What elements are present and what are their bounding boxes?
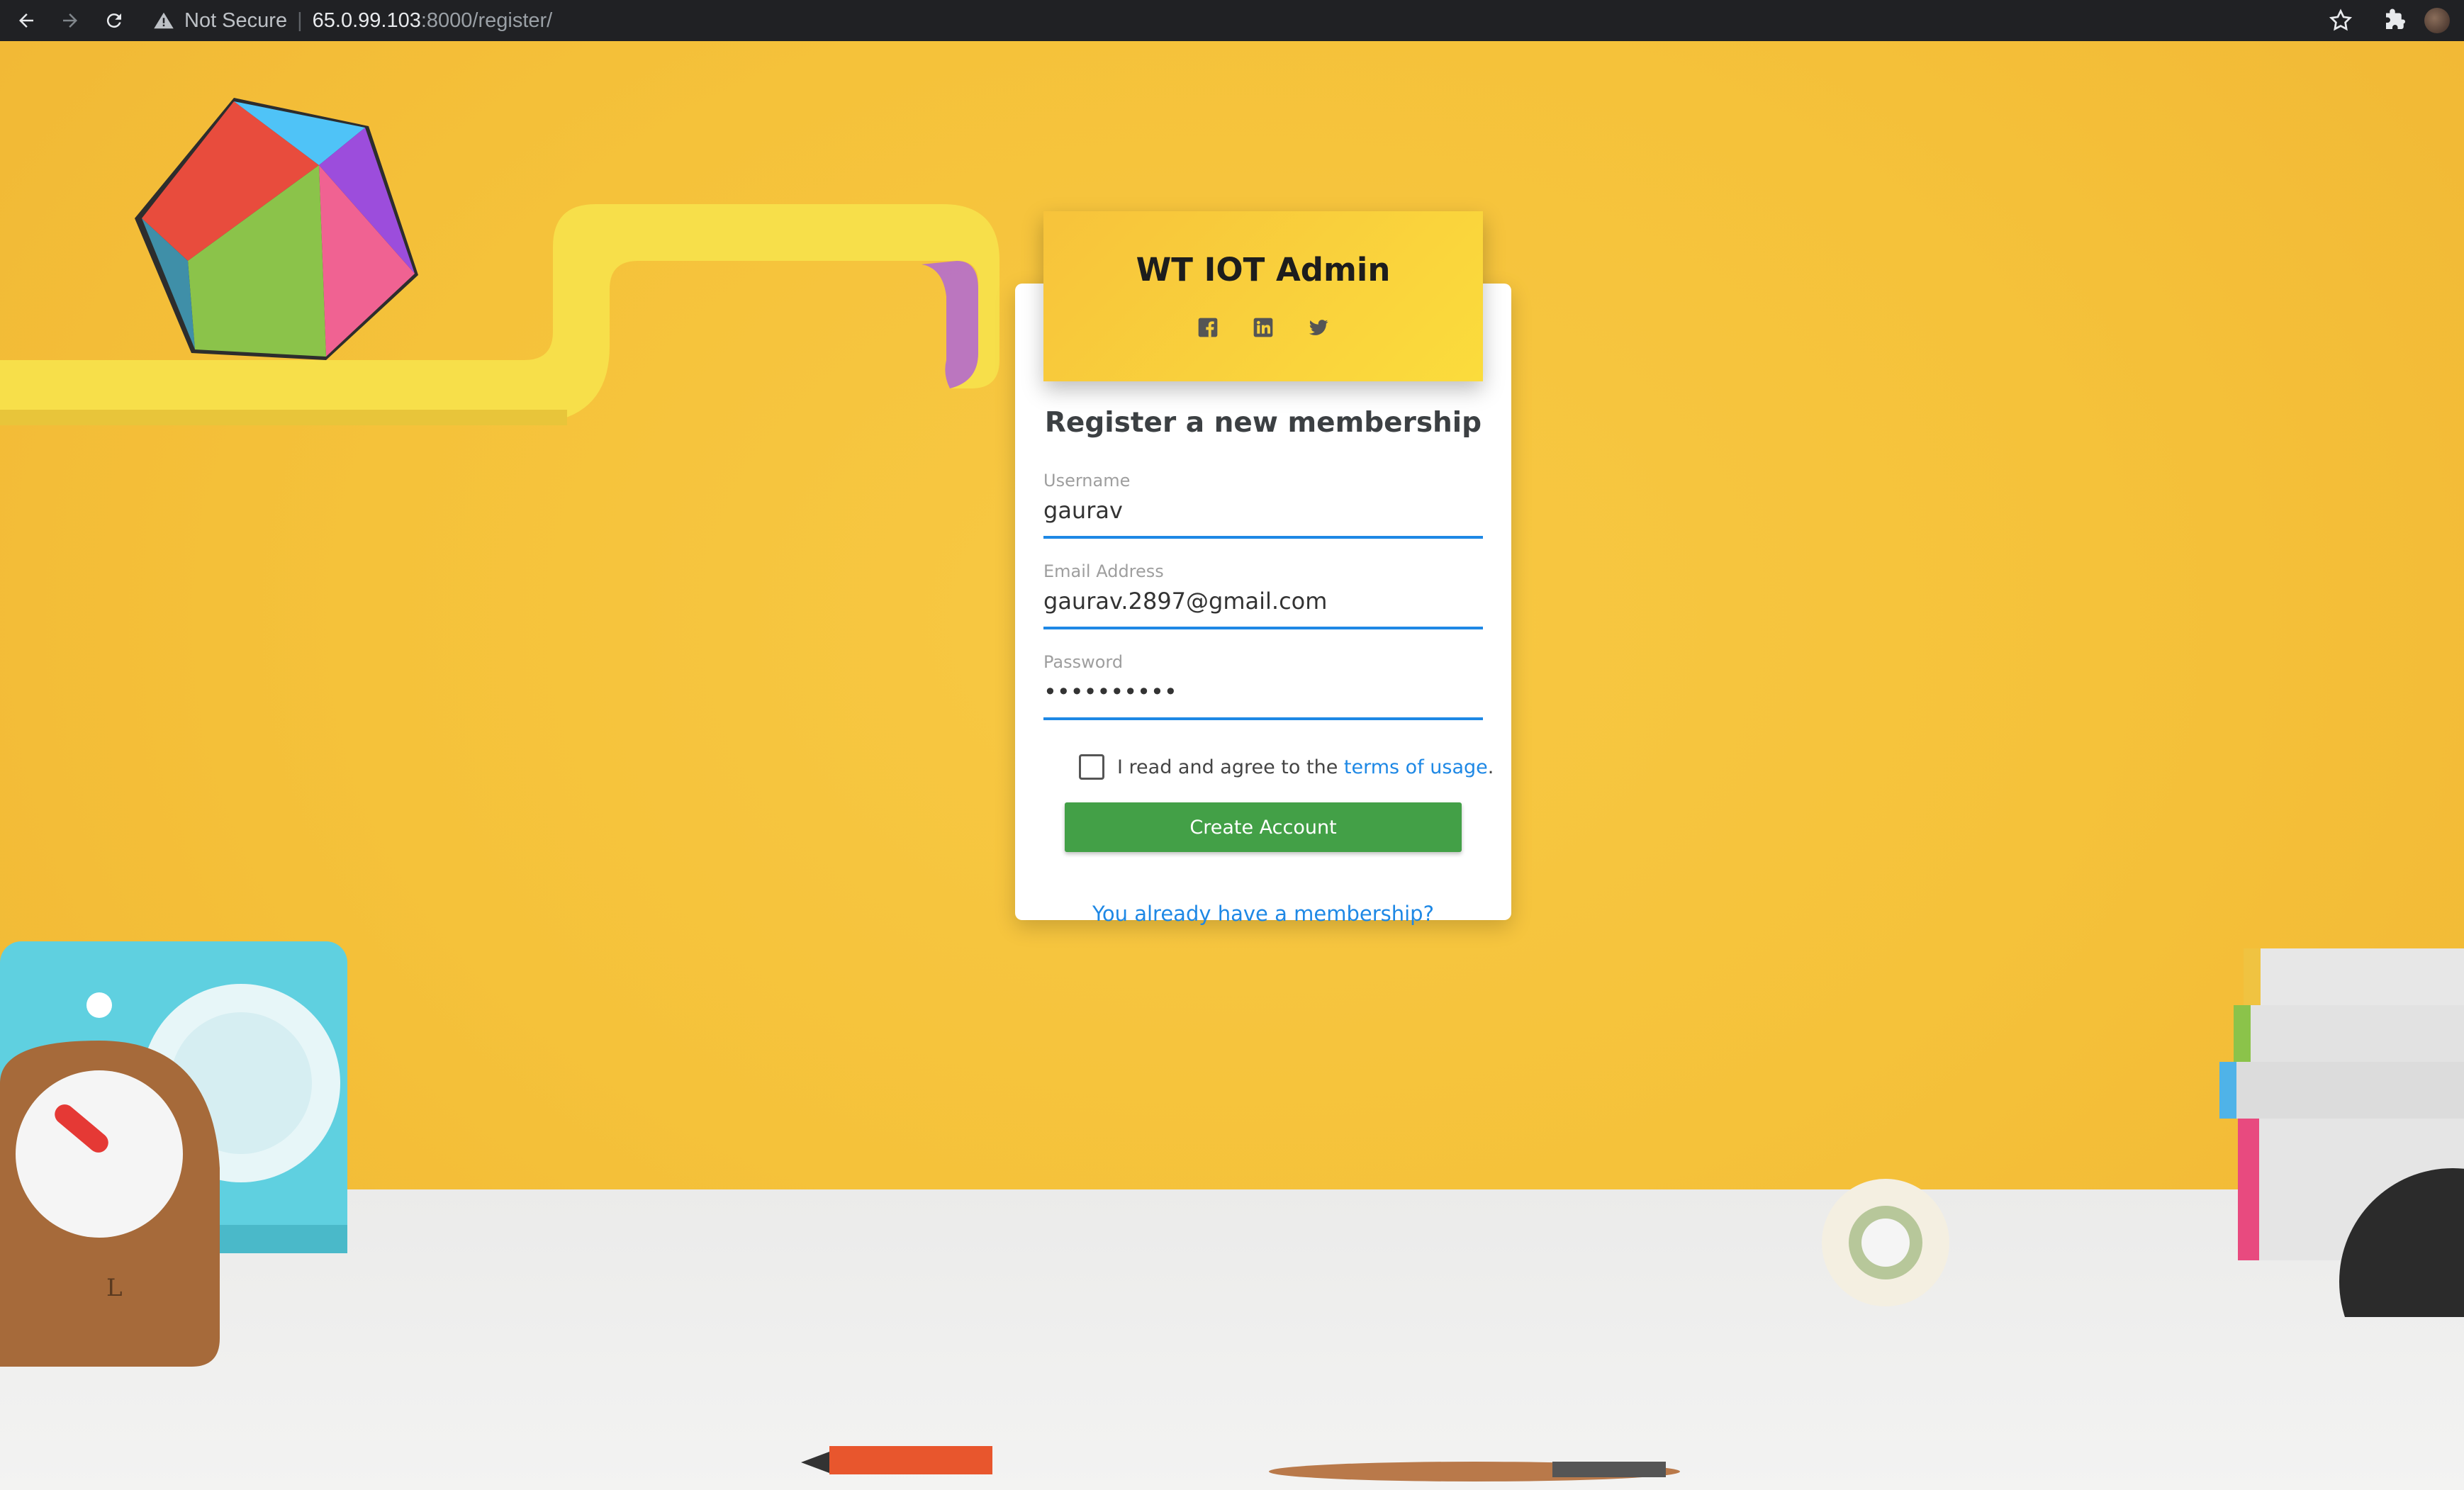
svg-text:L: L: [106, 1274, 123, 1302]
create-account-button[interactable]: Create Account: [1065, 802, 1462, 852]
reload-button[interactable]: [96, 3, 132, 38]
password-underline: [1043, 717, 1483, 720]
twitter-icon: [1309, 320, 1328, 335]
twitter-link[interactable]: [1307, 316, 1330, 339]
username-input[interactable]: [1043, 492, 1483, 529]
browser-toolbar: Not Secure | 65.0.99.103:8000/register/: [0, 0, 2464, 41]
bookmark-star-icon[interactable]: [2328, 8, 2353, 33]
card-header: WT IOT Admin: [1043, 211, 1483, 381]
password-input[interactable]: [1043, 673, 1483, 710]
password-field-group: Password: [1043, 652, 1483, 723]
address-separator: |: [297, 9, 303, 32]
profile-avatar[interactable]: [2424, 8, 2450, 33]
username-field-group: Username: [1043, 471, 1483, 542]
tape-roll-illustration: [1822, 1179, 1949, 1306]
facebook-icon: [1198, 318, 1218, 337]
email-field-group: Email Address: [1043, 561, 1483, 632]
linkedin-link[interactable]: [1252, 316, 1275, 339]
email-label: Email Address: [1043, 561, 1164, 581]
password-label: Password: [1043, 652, 1124, 672]
email-input[interactable]: [1043, 583, 1483, 620]
extensions-icon[interactable]: [2382, 8, 2407, 33]
app-title: WT IOT Admin: [1136, 251, 1391, 289]
url-host: 65.0.99.103: [312, 9, 421, 32]
security-label: Not Secure: [184, 9, 288, 32]
social-links: [1043, 316, 1483, 339]
username-underline: [1043, 536, 1483, 539]
agree-suffix: .: [1487, 756, 1494, 778]
linkedin-icon: [1253, 318, 1273, 337]
warning-icon: [154, 12, 174, 29]
login-link[interactable]: You already have a membership?: [1015, 902, 1511, 926]
agree-text: I read and agree to the: [1117, 756, 1338, 778]
terms-agreement: I read and agree to the terms of usage.: [1079, 751, 1494, 783]
clock-illustration: L: [0, 1041, 220, 1367]
forward-arrow-icon: [63, 13, 77, 28]
forward-button[interactable]: [52, 3, 88, 38]
reload-icon: [106, 13, 121, 28]
username-label: Username: [1043, 471, 1131, 491]
address-bar[interactable]: Not Secure | 65.0.99.103:8000/register/: [153, 5, 2300, 36]
email-underline: [1043, 627, 1483, 629]
facebook-link[interactable]: [1197, 316, 1219, 339]
books-illustration: [2219, 948, 2464, 1317]
url-path: :8000/register/: [420, 9, 553, 32]
back-button[interactable]: [9, 3, 44, 38]
terms-checkbox[interactable]: [1079, 754, 1104, 780]
terms-link[interactable]: terms of usage: [1344, 756, 1488, 778]
polyhedron-illustration: [135, 98, 418, 360]
form-subtitle: Register a new membership: [1044, 407, 1482, 439]
back-arrow-icon: [19, 13, 33, 28]
pencil-brush-illustration: [801, 1446, 1680, 1481]
